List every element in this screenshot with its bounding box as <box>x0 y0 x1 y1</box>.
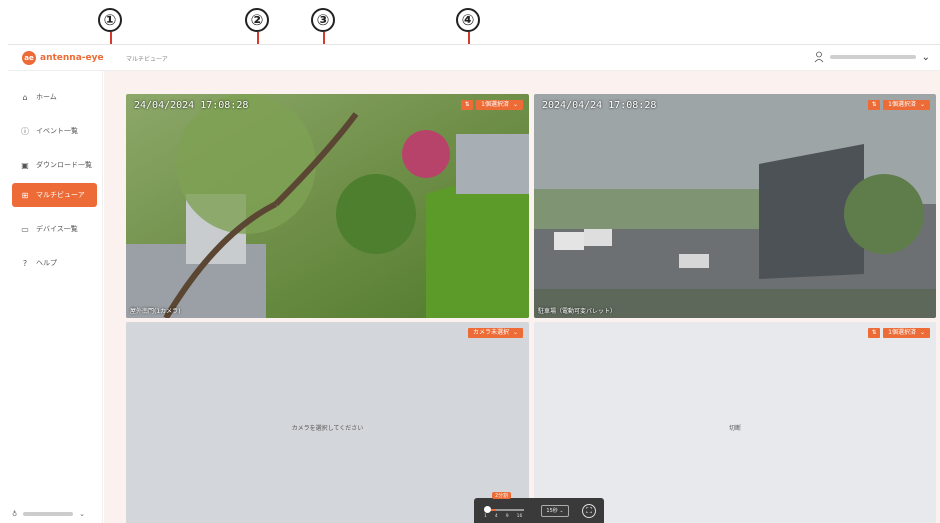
callout-4: ④ <box>456 8 480 32</box>
camera-feed-parking <box>534 94 936 318</box>
camera-select-button[interactable]: 1個選択済 ⌄ <box>883 100 930 110</box>
sidebar-item-label: イベント一覧 <box>36 127 78 135</box>
user-icon <box>814 51 823 63</box>
interval-select[interactable]: 15秒 ⌄ <box>541 505 569 517</box>
timestamp: 2024/04/24 17:08:28 <box>542 100 657 111</box>
chevron-down-icon: ⌄ <box>919 329 925 336</box>
sidebar-item-devices[interactable]: ▭ デバイス一覧 <box>12 217 97 241</box>
sidebar-item-downloads[interactable]: ▣ ダウンロード一覧 <box>12 153 97 177</box>
camera-name: 駐車場（電動可変バレット） <box>538 308 617 315</box>
logo[interactable]: ae antenna-eye <box>22 51 104 65</box>
camera-select-button[interactable]: 1個選択済 ⌄ <box>883 328 930 338</box>
layout-badge: 2分割 <box>492 492 512 499</box>
tick-label: 16 <box>516 514 523 519</box>
sidebar-item-label: ホーム <box>36 93 57 101</box>
sidebar-item-label: マルチビューア <box>36 191 85 199</box>
user-menu[interactable]: ⌄ <box>814 51 930 63</box>
info-icon: ⓘ <box>21 126 29 136</box>
sidebar: ⌂ ホーム ⓘ イベント一覧 ▣ ダウンロード一覧 ⊞ マルチビューア ▭ デバ… <box>8 71 103 523</box>
camera-tile-2[interactable]: 2024/04/24 17:08:28 駐車場（電動可変バレット） ⇅ 1個選択… <box>534 94 936 318</box>
sidebar-item-multiviewer[interactable]: ⊞ マルチビューア <box>12 183 97 207</box>
camera-icon: ▭ <box>21 224 29 234</box>
camera-select-button[interactable]: カメラ未選択 ⌄ <box>467 328 523 338</box>
multiviewer-grid: 24/04/2024 17:08:28 屋外南門(1カメラ) ⇅ 1個選択済 ⌄ <box>104 71 940 523</box>
camera-select-button[interactable]: 1個選択済 ⌄ <box>476 100 523 110</box>
tick-label: 4 <box>494 514 498 519</box>
camera-select-label: 1個選択済 <box>888 329 916 336</box>
home-icon: ⌂ <box>22 92 28 102</box>
fullscreen-icon[interactable]: ⛶ <box>582 504 596 518</box>
logo-mark: ae <box>22 51 36 65</box>
sidebar-item-label: ヘルプ <box>36 259 57 267</box>
timestamp: 24/04/2024 17:08:28 <box>134 100 249 111</box>
camera-tile-3[interactable]: カメラを選択してください カメラ未選択 ⌄ <box>126 322 529 523</box>
camera-select-label: 1個選択済 <box>888 101 916 108</box>
tick-label: 1 <box>484 514 487 519</box>
layout-slider-handle[interactable] <box>484 506 491 513</box>
user-name-redacted <box>829 55 916 59</box>
account-name-redacted <box>23 512 74 516</box>
image-icon: ▣ <box>21 160 29 170</box>
sidebar-item-home[interactable]: ⌂ ホーム <box>12 85 97 109</box>
chevron-down-icon: ⌄ <box>919 101 925 108</box>
network-icon: ♁ <box>12 510 18 518</box>
tick-label: 9 <box>505 514 509 519</box>
camera-feed-garden <box>126 94 529 318</box>
camera-tile-4[interactable]: 切断 ⇅ 1個選択済 ⌄ <box>534 322 936 523</box>
camera-tile-1[interactable]: 24/04/2024 17:08:28 屋外南門(1カメラ) ⇅ 1個選択済 ⌄ <box>126 94 529 318</box>
camera-select-label: カメラ未選択 <box>472 329 509 336</box>
sidebar-item-label: デバイス一覧 <box>36 225 78 233</box>
swap-button[interactable]: ⇅ <box>868 328 881 338</box>
chevron-down-icon: ⌄ <box>79 510 86 518</box>
tile-controls: ⇅ 1個選択済 ⌄ <box>868 328 930 338</box>
layout-slider-ticks: 1 4 9 16 <box>484 514 522 519</box>
sidebar-item-help[interactable]: ? ヘルプ <box>12 251 97 275</box>
callout-2: ② <box>245 8 269 32</box>
manual-screenshot: ① ② ③ ④ ae antenna-eye マルチビューア ⌄ ⌂ ホーム ⓘ… <box>0 0 940 523</box>
app-header: ae antenna-eye マルチビューア ⌄ <box>8 45 940 71</box>
breadcrumb: マルチビューア <box>126 56 168 63</box>
app-window: ae antenna-eye マルチビューア ⌄ ⌂ ホーム ⓘ イベント一覧 <box>8 44 940 523</box>
chevron-down-icon[interactable]: ⌄ <box>922 52 930 63</box>
sidebar-item-label: ダウンロード一覧 <box>36 161 92 169</box>
grid-icon: ⊞ <box>21 190 29 200</box>
layout-slider-track[interactable] <box>486 509 524 511</box>
camera-select-label: 1個選択済 <box>481 101 509 108</box>
logo-text: antenna-eye <box>40 53 104 63</box>
chevron-down-icon: ⌄ <box>512 101 518 108</box>
sidebar-item-events[interactable]: ⓘ イベント一覧 <box>12 119 97 143</box>
tile-controls: ⇅ 1個選択済 ⌄ <box>868 100 930 110</box>
account-switcher[interactable]: ♁ ⌄ <box>12 510 85 518</box>
swap-button[interactable]: ⇅ <box>868 100 881 110</box>
help-icon: ? <box>22 258 28 268</box>
tile-controls: カメラ未選択 ⌄ <box>467 328 523 338</box>
swap-button[interactable]: ⇅ <box>461 100 474 110</box>
callout-3: ③ <box>311 8 335 32</box>
chevron-down-icon: ⌄ <box>512 329 518 336</box>
tile-controls: ⇅ 1個選択済 ⌄ <box>461 100 523 110</box>
disconnected-message: 切断 <box>728 425 741 432</box>
layout-control-bar: 2分割 1 4 9 16 15秒 ⌄ ⛶ <box>474 492 604 523</box>
empty-message: カメラを選択してください <box>291 425 364 432</box>
camera-name: 屋外南門(1カメラ) <box>130 308 181 315</box>
callout-1: ① <box>98 8 122 32</box>
